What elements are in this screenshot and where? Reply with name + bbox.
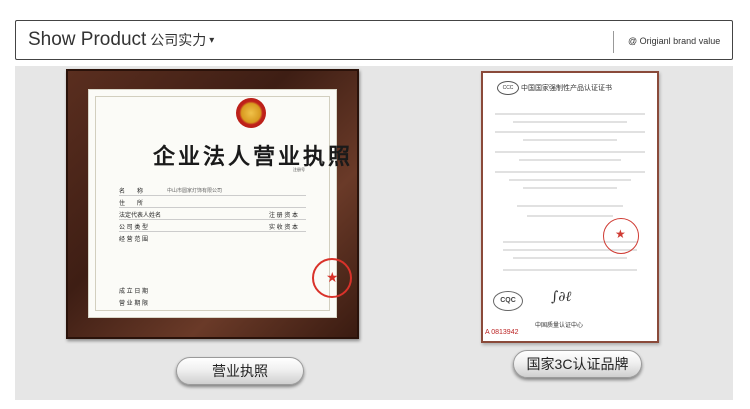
license-row-label: 公 司 类 型 [119,225,149,231]
business-license-document: 企业法人营业执照 注册号 名 称 中山市圆家灯饰有限公司 住 所 法定代表人姓名… [88,89,352,318]
certification-center-name: 中国质量认证中心 [535,323,584,329]
license-right-label: 注 册 资 本 [269,213,299,219]
license-right-label: 实 收 资 本 [269,225,299,231]
at-icon: @ [628,36,638,46]
certificate-serial: A 0813942 [485,329,519,336]
license-rule [119,219,306,220]
cqc-logo-icon: CQC [493,291,523,311]
ccc-brand-button[interactable]: 国家3C认证品牌 [513,350,642,378]
cert-text-line [495,113,645,115]
business-license-button[interactable]: 营业执照 [176,357,304,385]
cert-text-line [495,171,645,173]
license-rule [119,231,306,232]
section-header: Show Product 公司实力 ▾ @ Origianl brand value [15,20,733,60]
certificate-seal-icon: ★ [603,218,639,254]
license-row-label: 经 营 范 围 [119,237,149,243]
cert-text-line [495,151,645,153]
cert-text-line [519,159,621,161]
license-rule [119,207,306,208]
cert-text-line [527,215,613,217]
cert-text-line [503,269,637,271]
show-product-dropdown[interactable]: Show Product 公司实力 ▾ [28,29,214,51]
section-title: Show Product [28,29,147,50]
cert-text-line [513,257,627,259]
ccc-certificate-frame[interactable]: CCC 中国国家强制性产品认证证书 ★ CQC ∫∂ℓ 中国质量认证中心 A 0… [481,71,659,343]
national-emblem-icon [236,98,266,128]
star-icon: ★ [326,269,339,285]
brand-value-link[interactable]: @ Origianl brand value [628,36,720,46]
license-row-value: 中山市圆家灯饰有限公司 [167,188,223,194]
cert-text-line [523,139,617,141]
star-icon: ★ [615,227,626,241]
header-divider [613,31,614,53]
ccc-logo-icon: CCC [497,81,519,95]
license-title: 企业法人营业执照 [153,144,354,170]
cert-text-line [513,121,627,123]
license-row-label: 名 称 [119,189,144,195]
license-reg-no: 注册号 [293,167,305,172]
brand-value-text: Origianl brand value [639,36,721,46]
cert-text-line [517,205,623,207]
signature: ∫∂ℓ [551,289,572,305]
license-footer-label: 营 业 期 限 [119,301,149,307]
section-title-cn: 公司实力 [150,32,207,48]
license-rule [119,195,306,196]
license-row-label: 住 所 [119,201,144,207]
license-row-label: 法定代表人姓名 [119,213,162,219]
chevron-down-icon: ▾ [209,35,215,46]
certificate-title: 中国国家强制性产品认证证书 [521,85,612,92]
official-seal-icon: ★ [312,258,352,298]
license-footer-label: 成 立 日 期 [119,289,149,295]
cert-text-line [495,131,645,133]
cert-text-line [523,187,617,189]
cert-text-line [509,179,631,181]
